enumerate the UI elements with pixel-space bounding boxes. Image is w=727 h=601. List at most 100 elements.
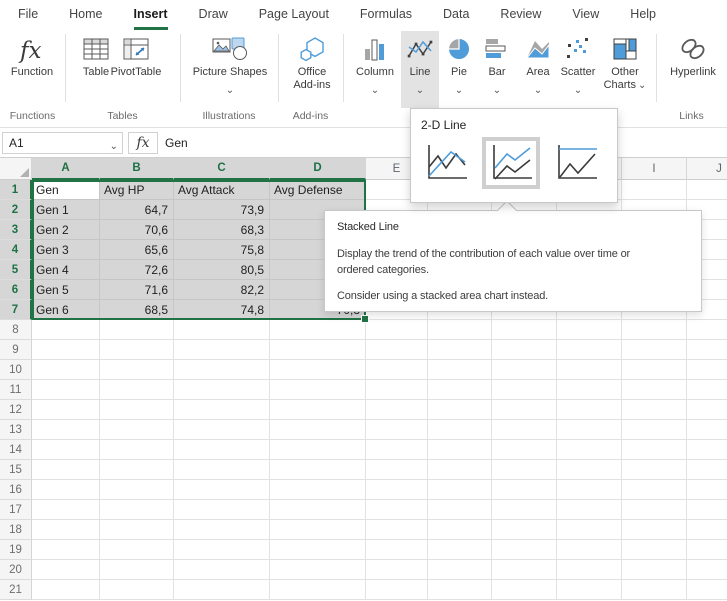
cell-I19[interactable] [622,540,687,560]
cell-A2[interactable]: Gen 1 [32,200,100,220]
cell-H15[interactable] [557,460,622,480]
cell-E20[interactable] [366,560,428,580]
cell-G17[interactable] [492,500,557,520]
cell-H16[interactable] [557,480,622,500]
chart-option-line[interactable] [419,138,473,188]
cell-B2[interactable]: 64,7 [100,200,174,220]
cell-C1[interactable]: Avg Attack [174,180,270,200]
cell-J1[interactable] [687,180,727,200]
cell-J12[interactable] [687,400,727,420]
cell-D13[interactable] [270,420,366,440]
tab-review[interactable]: Review [500,0,541,30]
cell-D11[interactable] [270,380,366,400]
cell-F9[interactable] [428,340,492,360]
chart-option-100-stacked-line[interactable] [549,138,603,188]
cell-B1[interactable]: Avg HP [100,180,174,200]
cell-E18[interactable] [366,520,428,540]
cell-J18[interactable] [687,520,727,540]
cell-C17[interactable] [174,500,270,520]
cell-I14[interactable] [622,440,687,460]
cell-A12[interactable] [32,400,100,420]
cell-B8[interactable] [100,320,174,340]
cell-E21[interactable] [366,580,428,600]
cell-J20[interactable] [687,560,727,580]
cell-C7[interactable]: 74,8 [174,300,270,320]
row-header-6[interactable]: 6 [0,280,32,300]
office-addins-button[interactable]: Office Add-ins [282,32,342,92]
row-header-8[interactable]: 8 [0,320,32,340]
cell-A5[interactable]: Gen 4 [32,260,100,280]
tab-help[interactable]: Help [630,0,656,30]
cell-F19[interactable] [428,540,492,560]
cell-H11[interactable] [557,380,622,400]
cell-E17[interactable] [366,500,428,520]
cell-G16[interactable] [492,480,557,500]
column-header-D[interactable]: D [270,158,366,180]
column-chart-button[interactable]: Column [348,32,402,91]
row-header-10[interactable]: 10 [0,360,32,380]
cell-B16[interactable] [100,480,174,500]
tab-insert[interactable]: Insert [134,0,168,30]
cell-H18[interactable] [557,520,622,540]
row-header-20[interactable]: 20 [0,560,32,580]
cell-J11[interactable] [687,380,727,400]
row-header-15[interactable]: 15 [0,460,32,480]
picture-shapes-button[interactable]: Picture Shapes [190,32,270,91]
cell-J10[interactable] [687,360,727,380]
cell-F17[interactable] [428,500,492,520]
cell-A16[interactable] [32,480,100,500]
cell-E14[interactable] [366,440,428,460]
cell-I21[interactable] [622,580,687,600]
cell-B3[interactable]: 70,6 [100,220,174,240]
cell-G10[interactable] [492,360,557,380]
cell-H20[interactable] [557,560,622,580]
cell-C21[interactable] [174,580,270,600]
cell-J17[interactable] [687,500,727,520]
cell-C18[interactable] [174,520,270,540]
cell-H21[interactable] [557,580,622,600]
cell-E11[interactable] [366,380,428,400]
cell-F20[interactable] [428,560,492,580]
cell-I15[interactable] [622,460,687,480]
row-header-21[interactable]: 21 [0,580,32,600]
cell-C2[interactable]: 73,9 [174,200,270,220]
cell-B4[interactable]: 65,6 [100,240,174,260]
cell-F14[interactable] [428,440,492,460]
cell-B18[interactable] [100,520,174,540]
cell-D20[interactable] [270,560,366,580]
cell-A10[interactable] [32,360,100,380]
cell-C8[interactable] [174,320,270,340]
cell-C15[interactable] [174,460,270,480]
cell-J14[interactable] [687,440,727,460]
cell-A21[interactable] [32,580,100,600]
row-header-16[interactable]: 16 [0,480,32,500]
cell-I20[interactable] [622,560,687,580]
row-header-13[interactable]: 13 [0,420,32,440]
cell-A17[interactable] [32,500,100,520]
scatter-chart-button[interactable]: Scatter [556,32,600,91]
cell-B17[interactable] [100,500,174,520]
cell-B19[interactable] [100,540,174,560]
cell-F8[interactable] [428,320,492,340]
cell-H9[interactable] [557,340,622,360]
row-header-17[interactable]: 17 [0,500,32,520]
cell-G11[interactable] [492,380,557,400]
tab-draw[interactable]: Draw [199,0,228,30]
cell-G13[interactable] [492,420,557,440]
cell-D17[interactable] [270,500,366,520]
cell-A6[interactable]: Gen 5 [32,280,100,300]
row-header-14[interactable]: 14 [0,440,32,460]
cell-F16[interactable] [428,480,492,500]
cell-B20[interactable] [100,560,174,580]
cell-I10[interactable] [622,360,687,380]
cell-D9[interactable] [270,340,366,360]
cell-C3[interactable]: 68,3 [174,220,270,240]
select-all-corner[interactable] [0,158,32,180]
cell-D14[interactable] [270,440,366,460]
line-chart-button[interactable]: Line [402,32,438,91]
cell-H19[interactable] [557,540,622,560]
cell-E9[interactable] [366,340,428,360]
cell-A4[interactable]: Gen 3 [32,240,100,260]
cell-I17[interactable] [622,500,687,520]
cell-D1[interactable]: Avg Defense [270,180,366,200]
